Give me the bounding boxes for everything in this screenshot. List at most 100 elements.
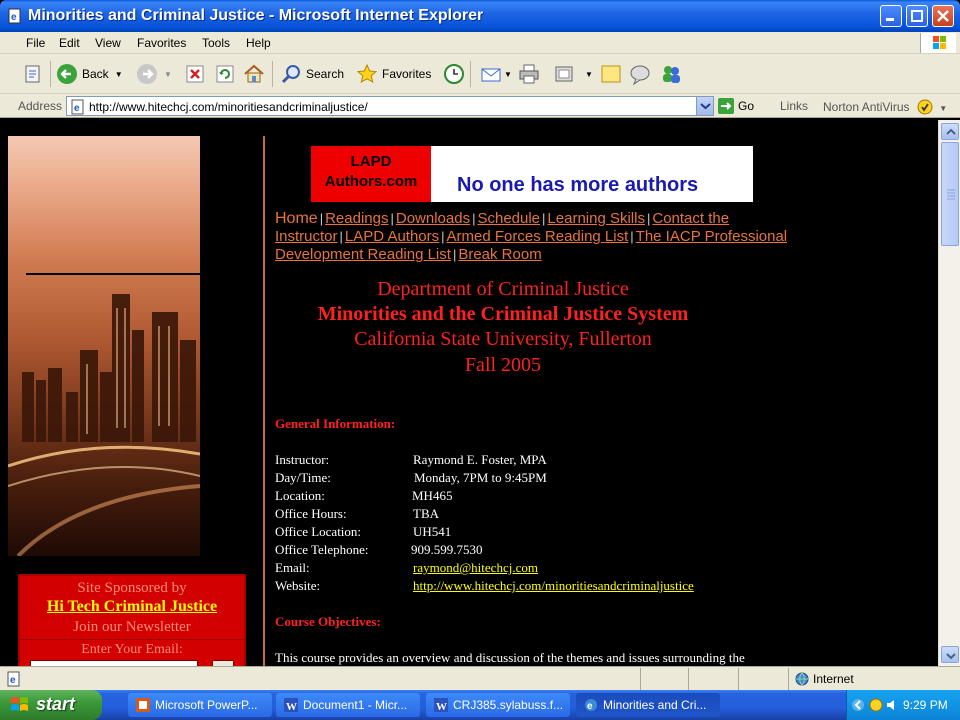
nav-lapd-authors[interactable]: LAPD Authors — [345, 228, 439, 245]
decorative-divider — [26, 273, 263, 275]
info-label-office-hours: Office Hours: — [275, 506, 347, 521]
address-input[interactable]: e http://www.hitechcj.com/minoritiesandc… — [66, 96, 714, 116]
messenger-chat-button[interactable] — [629, 61, 651, 87]
menu-help[interactable]: Help — [246, 36, 271, 50]
ie-page-icon: e — [7, 671, 20, 687]
home-button[interactable] — [243, 61, 265, 87]
minimize-button[interactable] — [880, 5, 902, 27]
norton-tray-icon[interactable] — [869, 698, 883, 712]
edit-dropdown-icon[interactable]: ▼ — [585, 70, 593, 79]
taskbar-item-word-syllabus[interactable]: W CRJ385.sylabuss.f... — [426, 693, 570, 717]
scroll-up-button[interactable] — [941, 123, 959, 140]
nav-separator: | — [646, 211, 651, 226]
tray-expand-icon[interactable] — [851, 698, 865, 712]
newsletter-heading: Join our Newsletter — [73, 619, 191, 635]
menu-favorites[interactable]: Favorites — [137, 36, 186, 50]
back-button[interactable]: Back ▼ — [56, 61, 123, 87]
taskbar-item-internet-explorer[interactable]: e Minorities and Cri... — [576, 693, 720, 717]
note-icon — [601, 65, 621, 83]
forward-dropdown-icon[interactable]: ▼ — [164, 70, 172, 79]
info-label-daytime: Day/Time: — [275, 470, 331, 485]
chevron-up-icon — [946, 128, 956, 135]
mail-button[interactable]: ▼ — [480, 61, 512, 87]
nav-separator: | — [339, 229, 343, 244]
search-button[interactable]: Search — [280, 61, 344, 87]
lapd-authors-logo: LAPD Authors.com — [311, 146, 431, 202]
powerpoint-icon — [136, 698, 150, 712]
email-link[interactable]: raymond@hitechcj.com — [413, 560, 538, 576]
menu-file[interactable]: File — [26, 36, 45, 50]
edit-page-button[interactable] — [22, 61, 44, 87]
start-button[interactable]: start — [0, 690, 102, 720]
vertical-scrollbar[interactable] — [938, 120, 960, 666]
nav-separator: | — [390, 211, 394, 226]
norton-shield-icon — [917, 99, 933, 115]
svg-text:e: e — [11, 12, 17, 23]
messenger-button[interactable] — [660, 61, 682, 87]
links-toolbar[interactable]: Links — [780, 99, 808, 113]
scroll-thumb[interactable] — [941, 142, 959, 246]
maximize-button[interactable] — [906, 5, 928, 27]
maximize-icon — [911, 10, 923, 22]
menu-tools[interactable]: Tools — [202, 36, 230, 50]
edit-page-icon — [25, 65, 40, 83]
scroll-down-button[interactable] — [941, 646, 959, 663]
nav-readings[interactable]: Readings — [325, 210, 388, 227]
taskbar-item-word-document1[interactable]: W Document1 - Micr... — [276, 693, 420, 717]
forward-button[interactable]: ▼ — [136, 61, 172, 87]
nav-break-room[interactable]: Break Room — [458, 246, 541, 263]
favorites-button[interactable]: Favorites — [356, 61, 431, 87]
nav-downloads[interactable]: Downloads — [396, 210, 470, 227]
globe-icon — [795, 672, 809, 686]
go-arrow-icon — [718, 98, 734, 114]
back-dropdown-icon[interactable]: ▼ — [115, 70, 123, 79]
svg-text:e: e — [587, 701, 593, 712]
nav-separator: | — [319, 211, 324, 226]
home-icon — [244, 64, 264, 83]
word-icon: W — [284, 698, 298, 712]
windows-logo-icon — [920, 33, 956, 53]
mail-icon — [481, 68, 501, 82]
word-icon: W — [434, 698, 448, 712]
messenger-people-icon — [663, 66, 680, 83]
menu-view[interactable]: View — [95, 36, 121, 50]
city-skyline-image — [8, 136, 201, 558]
discuss-button[interactable] — [600, 61, 622, 87]
nav-home[interactable]: Home — [275, 210, 318, 227]
menu-bar: File Edit View Favorites Tools Help — [0, 32, 960, 54]
norton-label: Norton AntiVirus — [823, 100, 910, 114]
stop-button[interactable] — [184, 61, 206, 87]
lapd-authors-banner[interactable]: LAPD Authors.com No one has more authors — [311, 146, 753, 202]
info-label-website: Website: — [275, 578, 321, 593]
taskbar-item-powerpoint[interactable]: Microsoft PowerP... — [128, 693, 272, 717]
close-button[interactable] — [932, 5, 954, 27]
norton-dropdown-icon[interactable]: ▼ — [939, 104, 947, 113]
history-button[interactable] — [443, 61, 465, 87]
refresh-icon — [216, 65, 234, 83]
nav-schedule[interactable]: Schedule — [477, 210, 540, 227]
address-dropdown-button[interactable] — [696, 97, 713, 115]
nav-armed-forces-reading-list[interactable]: Armed Forces Reading List — [447, 228, 629, 245]
lapd-logo-line2: Authors.com — [324, 173, 418, 190]
general-information-title: General Information: — [275, 416, 396, 431]
search-label: Search — [306, 67, 345, 81]
volume-icon[interactable] — [885, 698, 899, 712]
norton-antivirus-toolbar[interactable]: Norton AntiVirus ▼ — [823, 99, 947, 115]
menu-edit[interactable]: Edit — [59, 36, 80, 50]
minimize-icon — [886, 18, 894, 21]
ie-page-icon: e — [8, 8, 21, 24]
edit-button[interactable]: ▼ — [553, 61, 593, 87]
search-icon — [281, 65, 300, 84]
decorative-divider — [263, 136, 265, 666]
mail-dropdown-icon[interactable]: ▼ — [504, 70, 512, 79]
go-button[interactable]: Go — [718, 98, 754, 114]
refresh-button[interactable] — [214, 61, 236, 87]
sponsor-link[interactable]: Hi Tech Criminal Justice — [20, 598, 244, 616]
nav-learning-skills[interactable]: Learning Skills — [547, 210, 645, 227]
info-label-office-telephone: Office Telephone: — [275, 542, 369, 557]
info-label-office-location: Office Location: — [275, 524, 362, 539]
info-value-daytime: Monday, 7PM to 9:45PM — [414, 470, 547, 485]
website-link[interactable]: http://www.hitechcj.com/minoritiesandcri… — [413, 578, 694, 594]
favorites-label: Favorites — [382, 67, 432, 81]
print-button[interactable] — [518, 61, 540, 87]
